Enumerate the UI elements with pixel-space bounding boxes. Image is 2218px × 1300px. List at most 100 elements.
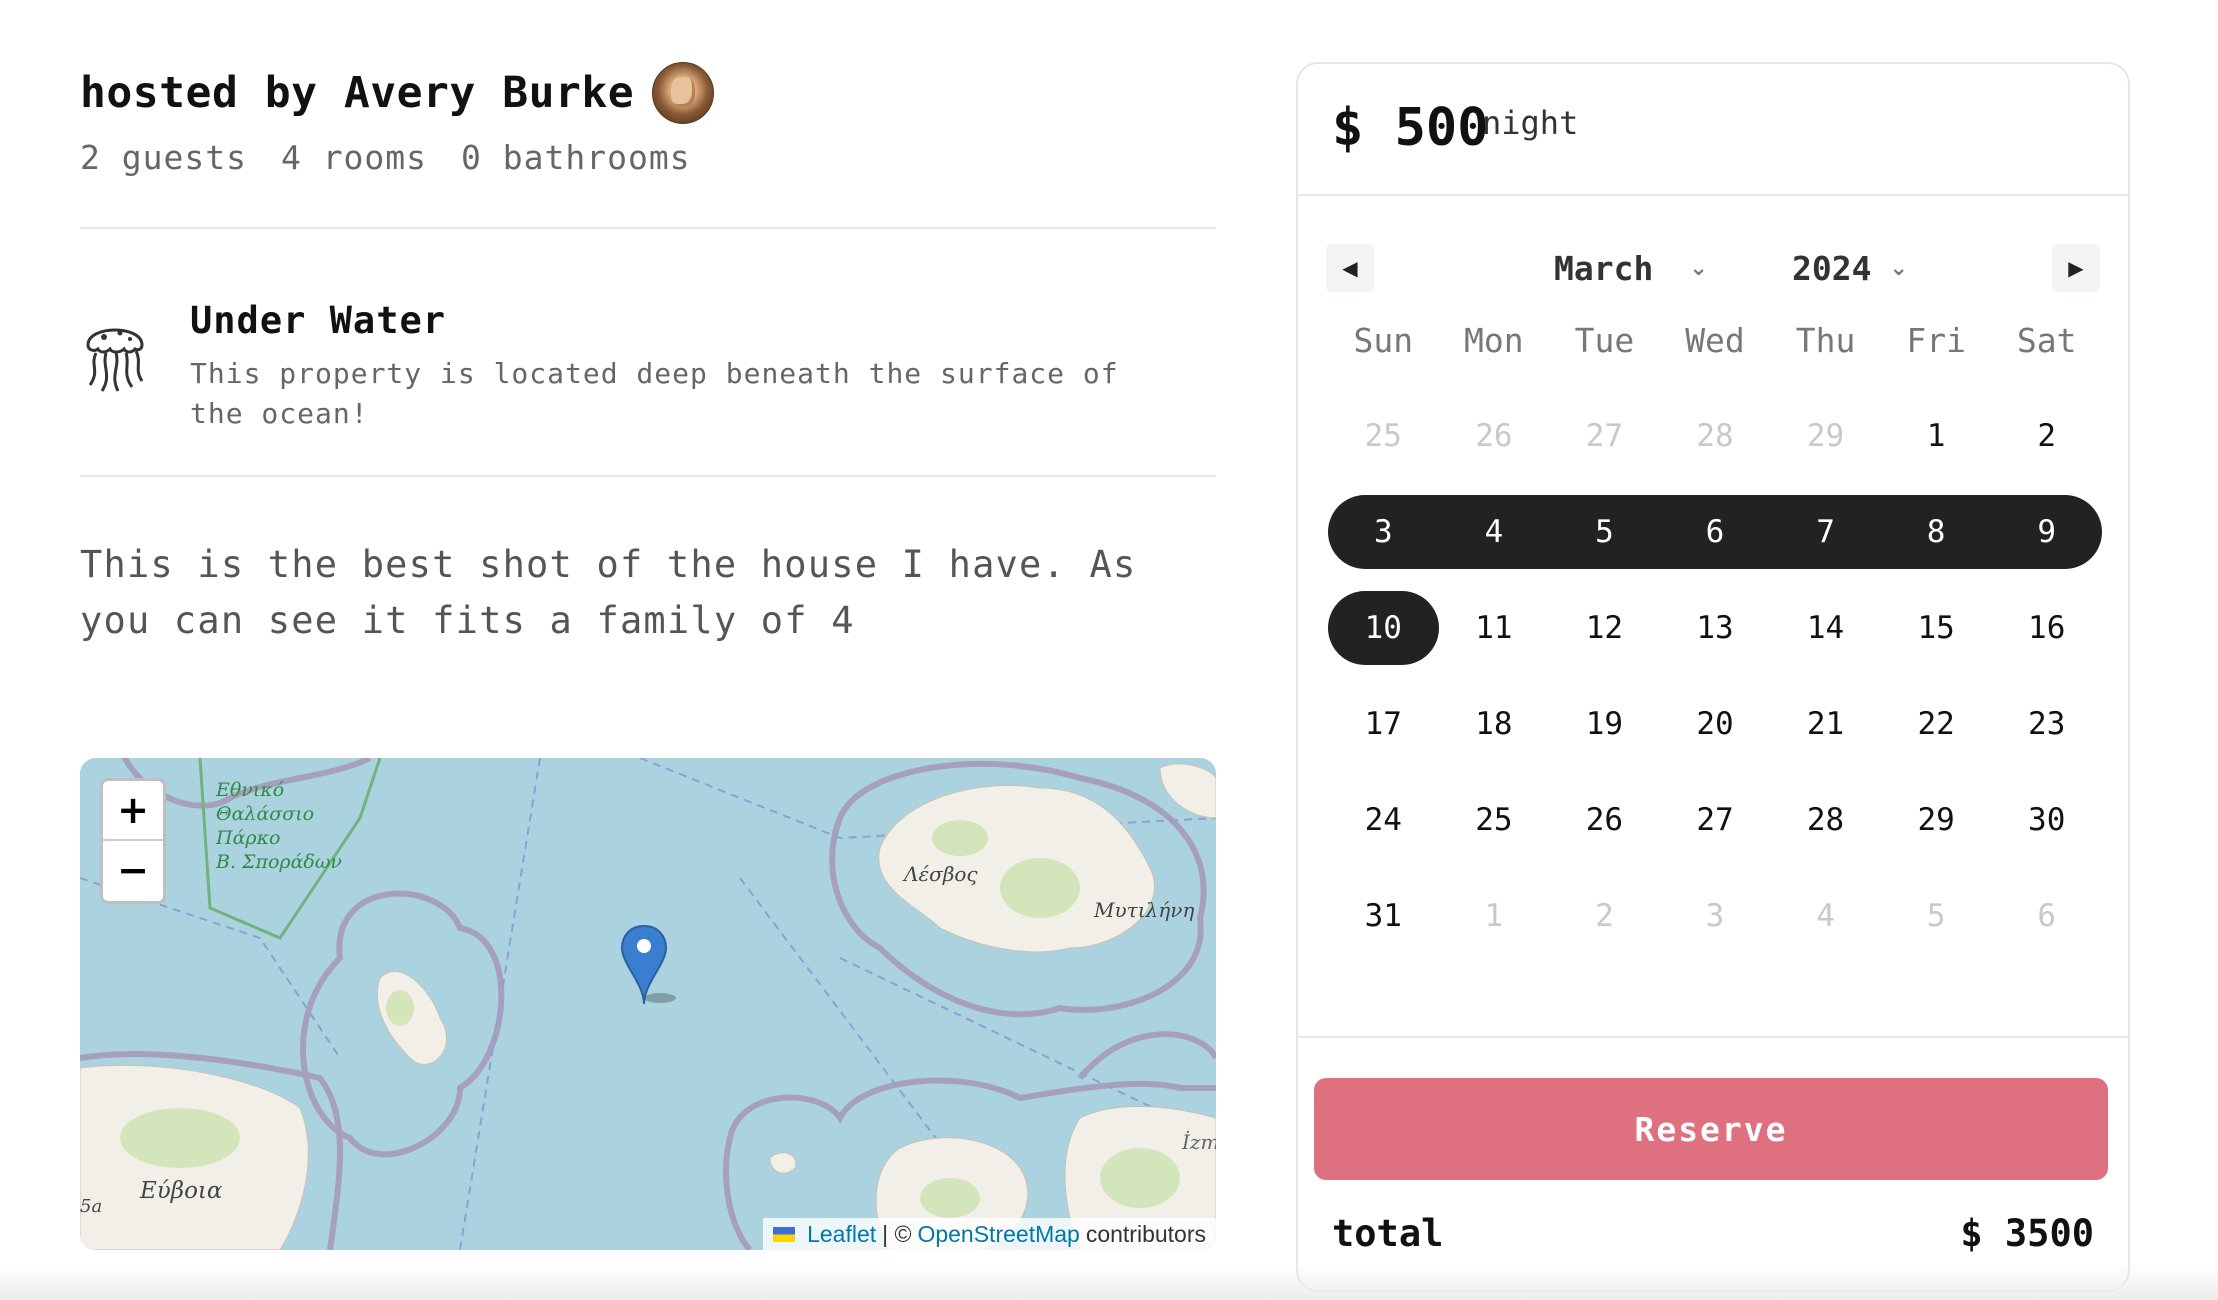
calendar-day-selected[interactable]: 10: [1328, 591, 1439, 665]
calendar-day-selected[interactable]: 8: [1881, 495, 1992, 569]
map-label-park-line: Εθνικό: [216, 779, 285, 801]
calendar-day[interactable]: 16: [1991, 591, 2102, 665]
calendar-day[interactable]: 26: [1549, 783, 1660, 857]
map-attribution: Leaflet | © OpenStreetMap contributors: [763, 1218, 1216, 1250]
calendar-day[interactable]: 11: [1439, 591, 1550, 665]
calendar-week: 24 25 26 27 28 29 30: [1328, 772, 2102, 868]
calendar-day[interactable]: 20: [1660, 687, 1771, 761]
weekday-label: Fri: [1906, 320, 1966, 360]
map-label-sa: 5a: [80, 1196, 103, 1217]
calendar-week: 31 1 2 3 4 5 6: [1328, 868, 2102, 964]
month-select[interactable]: March ⌄: [1554, 244, 1708, 292]
previous-month-button[interactable]: ◀: [1326, 244, 1374, 292]
calendar-day[interactable]: 24: [1328, 783, 1439, 857]
map-label-park: Εθνικό Θαλάσσιο Πάρκο Β. Σποράδων: [216, 778, 342, 874]
chevron-down-icon: ⌄: [1689, 255, 1708, 281]
host-header: hosted by Avery Burke: [80, 60, 1216, 126]
calendar-day-selected[interactable]: 5: [1549, 495, 1660, 569]
calendar-day[interactable]: 22: [1881, 687, 1992, 761]
chevron-down-icon: ⌄: [1889, 255, 1908, 281]
calendar-day[interactable]: 13: [1660, 591, 1771, 665]
listing-stats: 2 guests 4 rooms 0 bathrooms: [80, 138, 1216, 177]
calendar-week: 17 18 19 20 21 22 23: [1328, 676, 2102, 772]
calendar-day[interactable]: 5: [1881, 879, 1992, 953]
calendar-week: 25 26 27 28 29 1 2: [1328, 388, 2102, 484]
zoom-in-button[interactable]: +: [103, 781, 163, 841]
divider: [80, 475, 1216, 477]
calendar-day-selected[interactable]: 7: [1770, 495, 1881, 569]
jellyfish-icon: [86, 328, 144, 392]
calendar-day[interactable]: 31: [1328, 879, 1439, 953]
location-map[interactable]: Εθνικό Θαλάσσιο Πάρκο Β. Σποράδων Λέσβος…: [80, 758, 1216, 1250]
attribution-separator: | ©: [882, 1220, 912, 1247]
calendar-day[interactable]: 2: [1991, 399, 2102, 473]
calendar-day[interactable]: 15: [1881, 591, 1992, 665]
divider: [80, 227, 1216, 229]
calendar-day[interactable]: 27: [1549, 399, 1660, 473]
calendar-day[interactable]: 18: [1439, 687, 1550, 761]
weekday-label: Sat: [2016, 320, 2077, 360]
calendar-day[interactable]: 23: [1991, 687, 2102, 761]
feature-title: Under Water: [190, 299, 447, 342]
calendar-day[interactable]: 2: [1549, 879, 1660, 953]
calendar-day-selected[interactable]: 3: [1328, 495, 1439, 569]
weekday-label: Tue: [1574, 320, 1635, 360]
map-label-lesvos: Λέσβος: [904, 862, 978, 886]
calendar-day[interactable]: 30: [1991, 783, 2102, 857]
calendar-day[interactable]: 29: [1881, 783, 1992, 857]
map-label-evia: Εύβοια: [140, 1178, 223, 1204]
calendar-day[interactable]: 27: [1660, 783, 1771, 857]
calendar-day[interactable]: 4: [1770, 879, 1881, 953]
calendar-day[interactable]: 25: [1439, 783, 1550, 857]
weekday-label: Wed: [1685, 320, 1745, 360]
map-marker-icon[interactable]: [620, 924, 680, 1008]
weekday-label: Sun: [1353, 320, 1414, 360]
calendar-day-selected[interactable]: 6: [1660, 495, 1771, 569]
map-label-mytilini: Μυτιλήνη: [1094, 898, 1195, 922]
calendar-day[interactable]: 28: [1770, 783, 1881, 857]
total-row: total $ 3500: [1332, 1198, 2094, 1268]
calendar-day[interactable]: 1: [1881, 399, 1992, 473]
calendar-day[interactable]: 29: [1770, 399, 1881, 473]
calendar-week: 3 4 5 6 7 8 9: [1328, 484, 2102, 580]
nightly-price: $ 500: [1332, 98, 1489, 158]
rooms-count: 4 rooms: [280, 138, 428, 177]
calendar-day[interactable]: 21: [1770, 687, 1881, 761]
listing-description: This is the best shot of the house I hav…: [80, 543, 1137, 642]
bottom-shadow: [0, 1264, 2218, 1300]
map-label-izm: İzm: [1182, 1130, 1216, 1154]
price-unit: night: [1482, 104, 1579, 142]
calendar-day-selected[interactable]: 9: [1991, 495, 2102, 569]
listing-details: hosted by Avery Burke 2 guests 4 rooms 0…: [80, 60, 1216, 649]
leaflet-link[interactable]: Leaflet: [807, 1221, 876, 1248]
map-label-park-line: Θαλάσσιο: [216, 803, 315, 825]
attribution-contributors: contributors: [1085, 1220, 1206, 1247]
year-select-value: 2024: [1792, 248, 1872, 288]
calendar-day[interactable]: 14: [1770, 591, 1881, 665]
openstreetmap-link[interactable]: OpenStreetMap: [917, 1221, 1079, 1248]
calendar-day[interactable]: 6: [1991, 879, 2102, 953]
calendar-grid: Sun Mon Tue Wed Thu Fri Sat 25 26 27 28 …: [1328, 292, 2102, 964]
calendar-day[interactable]: 25: [1328, 399, 1439, 473]
next-month-button[interactable]: ▶: [2052, 244, 2100, 292]
calendar-day-selected[interactable]: 4: [1439, 495, 1550, 569]
host-title: hosted by Avery Burke: [80, 68, 635, 118]
total-label: total: [1332, 1211, 1444, 1255]
reserve-button[interactable]: Reserve: [1314, 1078, 2108, 1180]
host-avatar[interactable]: [652, 62, 715, 124]
calendar-day[interactable]: 26: [1439, 399, 1550, 473]
booking-card: $ 500 night ◀ March ⌄ 2024 ⌄ ▶ Sun Mon T…: [1296, 62, 2130, 1292]
calendar-day[interactable]: 3: [1660, 879, 1771, 953]
year-select[interactable]: 2024 ⌄: [1792, 244, 1908, 292]
month-select-value: March: [1554, 248, 1654, 288]
ukraine-flag-icon: [773, 1226, 796, 1242]
zoom-control: + −: [100, 778, 166, 904]
date-picker: ◀ March ⌄ 2024 ⌄ ▶ Sun Mon Tue Wed Thu F…: [1298, 196, 2128, 1038]
calendar-day[interactable]: 17: [1328, 687, 1439, 761]
calendar-day[interactable]: 28: [1660, 399, 1771, 473]
zoom-out-button[interactable]: −: [103, 841, 163, 899]
guests-count: 2 guests: [80, 138, 247, 177]
calendar-day[interactable]: 12: [1549, 591, 1660, 665]
calendar-day[interactable]: 19: [1549, 687, 1660, 761]
calendar-day[interactable]: 1: [1439, 879, 1550, 953]
